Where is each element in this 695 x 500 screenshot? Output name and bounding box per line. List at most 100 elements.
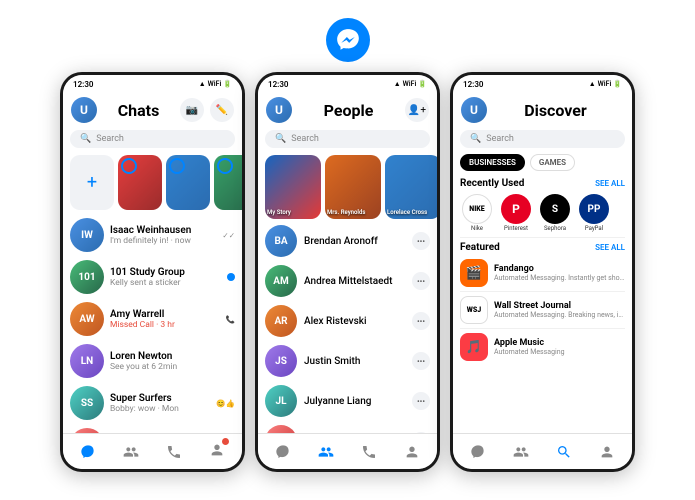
phone-discover-screen: 12:30 ▲ WiFi 🔋 U Discover 🔍 S	[453, 75, 632, 469]
people-item-0[interactable]: BA Brendan Aronoff •••	[258, 221, 437, 261]
people-action-3[interactable]: •••	[412, 352, 430, 370]
chat-avatar-4: SS	[70, 386, 104, 420]
people-avatar-1: AM	[265, 265, 297, 297]
people-action-2[interactable]: •••	[412, 312, 430, 330]
paypal-label: PayPal	[585, 225, 603, 232]
chat-info-3: Loren Newton See you at 6 2min	[110, 351, 229, 372]
nav-profile-tab[interactable]	[195, 442, 238, 462]
brand-pinterest[interactable]: P Pinterest	[499, 194, 533, 232]
discover-bottom-nav	[453, 433, 632, 469]
people-action-4[interactable]: •••	[412, 392, 430, 410]
people-item-4[interactable]: JL Julyanne Liang •••	[258, 381, 437, 421]
people-nav-people-tab[interactable]	[305, 444, 348, 460]
people-avatar-5: BC	[265, 425, 297, 433]
tab-businesses[interactable]: BUSINESSES	[460, 154, 525, 171]
chat-meta-1	[227, 273, 235, 281]
chat-meta-4: 😊👍	[216, 399, 235, 408]
compose-icon[interactable]: ✏️	[210, 98, 234, 122]
tab-games[interactable]: GAMES	[530, 154, 575, 171]
chat-item-4[interactable]: SS Super Surfers Bobby: wow · Mon 😊👍	[63, 382, 242, 424]
recently-used-see-all[interactable]: SEE ALL	[595, 179, 625, 188]
people-avatar-4: JL	[265, 385, 297, 417]
chats-header: U Chats 📷 ✏️	[63, 93, 242, 127]
people-story-2[interactable]: Lorelace Cross	[385, 155, 437, 219]
nav-chats-tab[interactable]	[67, 444, 110, 460]
chat-item-0[interactable]: IW Isaac Weinhausen I'm definitely in! ·…	[63, 214, 242, 256]
featured-see-all[interactable]: SEE ALL	[595, 243, 625, 252]
people-story-0[interactable]: My Story	[265, 155, 321, 219]
phone-chats: 12:30 ▲ WiFi 🔋 U Chats 📷 ✏️	[60, 72, 245, 472]
discover-search-bar[interactable]: 🔍 Search	[460, 130, 625, 148]
people-name-2: Alex Ristevski	[304, 316, 405, 327]
add-person-icon[interactable]: 👤+	[405, 98, 429, 122]
chats-header-icons: 📷 ✏️	[180, 98, 234, 122]
chat-item-3[interactable]: LN Loren Newton See you at 6 2min	[63, 340, 242, 382]
chat-avatar-5: RL	[70, 428, 104, 433]
people-item-1[interactable]: AM Andrea Mittelstaedt •••	[258, 261, 437, 301]
discover-header: U Discover	[453, 93, 632, 127]
discover-header-avatar[interactable]: U	[461, 97, 487, 123]
people-story-label-2: Lorelace Cross	[387, 209, 437, 216]
people-stories-row: My Story Mrs. Reynolds Lorelace Cross Je…	[258, 151, 437, 221]
chat-info-4: Super Surfers Bobby: wow · Mon	[110, 393, 210, 414]
people-item-2[interactable]: AR Alex Ristevski •••	[258, 301, 437, 341]
discover-nav-profile-tab[interactable]	[585, 444, 628, 460]
featured-desc-1: Automated Messaging. Breaking news, inve…	[494, 311, 625, 319]
phones-row: 12:30 ▲ WiFi 🔋 U Chats 📷 ✏️	[60, 72, 635, 472]
nav-calls-tab[interactable]	[153, 444, 196, 460]
story-item-2[interactable]	[166, 155, 210, 210]
people-story-1[interactable]: Mrs. Reynolds	[325, 155, 381, 219]
featured-item-1[interactable]: WSJ Wall Street Journal Automated Messag…	[453, 292, 632, 328]
status-time-chats: 12:30	[73, 80, 93, 89]
nav-people-tab[interactable]	[110, 444, 153, 460]
people-action-0[interactable]: •••	[412, 232, 430, 250]
chats-search-bar[interactable]: 🔍 Search	[70, 130, 235, 148]
pinterest-label: Pinterest	[504, 225, 528, 232]
people-search-bar[interactable]: 🔍 Search	[265, 130, 430, 148]
status-bar-discover: 12:30 ▲ WiFi 🔋	[453, 75, 632, 93]
phone-chats-screen: 12:30 ▲ WiFi 🔋 U Chats 📷 ✏️	[63, 75, 242, 469]
status-icons-chats: ▲ WiFi 🔋	[199, 80, 232, 88]
people-nav-profile-tab[interactable]	[390, 444, 433, 460]
brand-paypal[interactable]: PP PayPal	[577, 194, 611, 232]
people-header: U People 👤+	[258, 93, 437, 127]
discover-nav-chats-tab[interactable]	[457, 444, 500, 460]
people-item-3[interactable]: JS Justin Smith •••	[258, 341, 437, 381]
brand-sephora[interactable]: S Sephora	[538, 194, 572, 232]
people-name-3: Justin Smith	[304, 356, 405, 367]
chat-item-2[interactable]: AW Amy Warrell Missed Call · 3 hr 📞	[63, 298, 242, 340]
nike-icon: NIKE	[462, 194, 492, 224]
status-bar-chats: 12:30 ▲ WiFi 🔋	[63, 75, 242, 93]
chat-preview-1: Kelly sent a sticker	[110, 278, 221, 288]
discover-nav-discover-tab[interactable]	[543, 444, 586, 460]
chat-preview-3: See you at 6 2min	[110, 362, 229, 372]
status-bar-people: 12:30 ▲ WiFi 🔋	[258, 75, 437, 93]
featured-info-2: Apple Music Automated Messaging	[494, 338, 625, 356]
phone-people: 12:30 ▲ WiFi 🔋 U People 👤+	[255, 72, 440, 472]
brands-row: NIKE Nike P Pinterest S	[453, 191, 632, 237]
chat-name-4: Super Surfers	[110, 393, 210, 404]
chats-header-avatar[interactable]: U	[71, 97, 97, 123]
nike-label: Nike	[471, 225, 483, 232]
story-item-3[interactable]	[214, 155, 242, 210]
chat-item-5[interactable]: RL Rodolfo & Leon	[63, 424, 242, 433]
people-nav-calls-tab[interactable]	[348, 444, 391, 460]
people-item-5[interactable]: BC Band Club •••	[258, 421, 437, 433]
chat-preview-0: I'm definitely in! · now	[110, 236, 216, 246]
brand-nike[interactable]: NIKE Nike	[460, 194, 494, 232]
chat-item-1[interactable]: 101 101 Study Group Kelly sent a sticker	[63, 256, 242, 298]
featured-item-2[interactable]: 🎵 Apple Music Automated Messaging	[453, 329, 632, 365]
story-item-1[interactable]	[118, 155, 162, 210]
discover-content: Recently Used SEE ALL NIKE Nike P	[453, 174, 632, 433]
people-nav-chats-tab[interactable]	[262, 444, 305, 460]
people-avatar-2: AR	[265, 305, 297, 337]
status-time-discover: 12:30	[463, 80, 483, 89]
camera-icon[interactable]: 📷	[180, 98, 204, 122]
discover-nav-people-tab[interactable]	[500, 444, 543, 460]
people-avatar-3: JS	[265, 345, 297, 377]
people-header-avatar[interactable]: U	[266, 97, 292, 123]
featured-item-0[interactable]: 🎬 Fandango Automated Messaging. Instantl…	[453, 255, 632, 291]
apple-music-icon: 🎵	[460, 333, 488, 361]
add-story-item[interactable]: +	[70, 155, 114, 210]
people-action-1[interactable]: •••	[412, 272, 430, 290]
